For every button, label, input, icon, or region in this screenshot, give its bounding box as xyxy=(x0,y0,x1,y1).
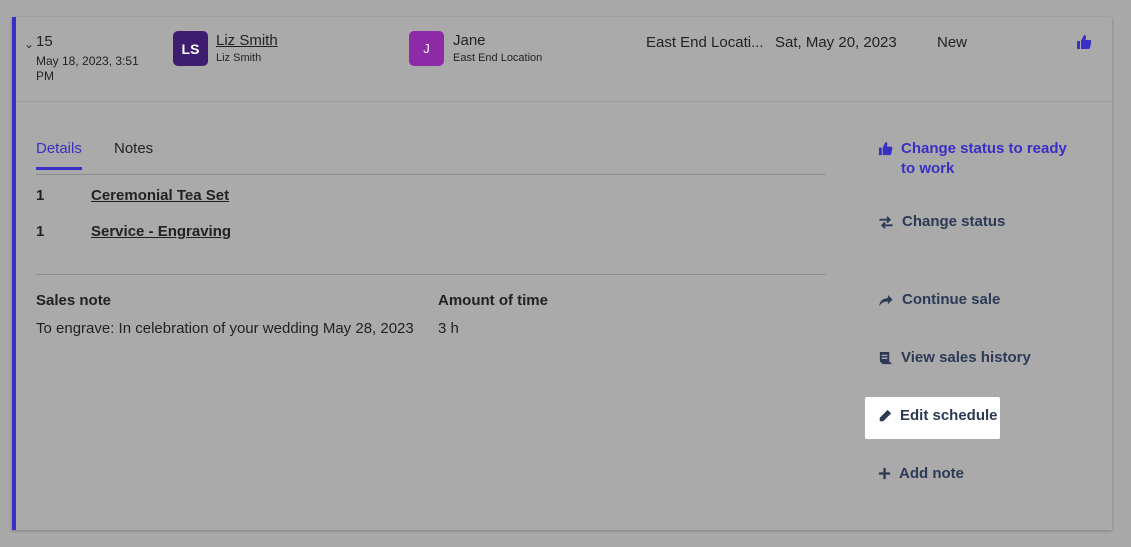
customer-avatar: LS xyxy=(173,31,208,66)
assignee-avatar: J xyxy=(409,31,444,66)
assignee-name: Jane xyxy=(453,32,486,49)
change-status-ready-button[interactable]: Change status to ready to work xyxy=(878,139,1078,179)
plus-icon xyxy=(878,467,891,480)
item-link[interactable]: Ceremonial Tea Set xyxy=(91,187,229,204)
add-note-label: Add note xyxy=(899,465,964,482)
view-sales-history-label: View sales history xyxy=(901,349,1031,366)
swap-arrows-icon xyxy=(879,216,893,229)
item-quantity: 1 xyxy=(36,187,45,204)
edit-schedule-label: Edit schedule xyxy=(900,407,998,424)
receipt-icon xyxy=(879,351,893,365)
chevron-down-icon[interactable]: ⌄ xyxy=(24,37,34,51)
change-status-ready-label: Change status to ready to work xyxy=(901,140,1067,177)
thumbs-up-icon[interactable] xyxy=(1076,34,1092,50)
work-order-card: ⌄ 15 May 18, 2023, 3:51 PM LS Liz Smith … xyxy=(12,17,1112,530)
tab-notes[interactable]: Notes xyxy=(114,140,153,167)
customer-initials: LS xyxy=(181,40,200,57)
view-sales-history-button[interactable]: View sales history xyxy=(878,349,1031,366)
assignee-initials: J xyxy=(423,41,430,56)
customer-name-link[interactable]: Liz Smith xyxy=(216,32,278,49)
assignee-location: East End Location xyxy=(453,52,543,64)
status-cell: New xyxy=(937,34,968,51)
amount-of-time-value: 3 h xyxy=(438,320,459,337)
order-number: 15 xyxy=(36,33,53,50)
add-note-button[interactable]: Add note xyxy=(878,465,964,482)
change-status-button[interactable]: Change status xyxy=(878,213,1005,230)
item-link[interactable]: Service - Engraving xyxy=(91,223,231,240)
amount-of-time-label: Amount of time xyxy=(438,292,548,309)
edit-schedule-button[interactable]: Edit schedule xyxy=(878,407,998,424)
due-date-cell: Sat, May 20, 2023 xyxy=(775,34,897,51)
section-divider xyxy=(36,274,826,275)
pencil-icon xyxy=(879,409,892,422)
order-created-date: May 18, 2023, 3:51 PM xyxy=(36,54,139,83)
detail-tabs: Details Notes xyxy=(36,137,826,175)
change-status-label: Change status xyxy=(902,213,1006,230)
share-arrow-icon xyxy=(879,294,893,307)
work-order-row[interactable]: ⌄ 15 May 18, 2023, 3:51 PM LS Liz Smith … xyxy=(16,17,1112,102)
sales-note-label: Sales note xyxy=(36,292,112,309)
customer-subtext: Liz Smith xyxy=(216,52,262,64)
sales-note-value: To engrave: In celebration of your weddi… xyxy=(36,320,414,337)
continue-sale-label: Continue sale xyxy=(902,291,1001,308)
item-quantity: 1 xyxy=(36,223,45,240)
thumbs-up-icon xyxy=(878,141,893,156)
tab-details[interactable]: Details xyxy=(36,140,82,170)
location-cell: East End Locati... xyxy=(646,34,764,51)
continue-sale-button[interactable]: Continue sale xyxy=(878,291,1000,308)
